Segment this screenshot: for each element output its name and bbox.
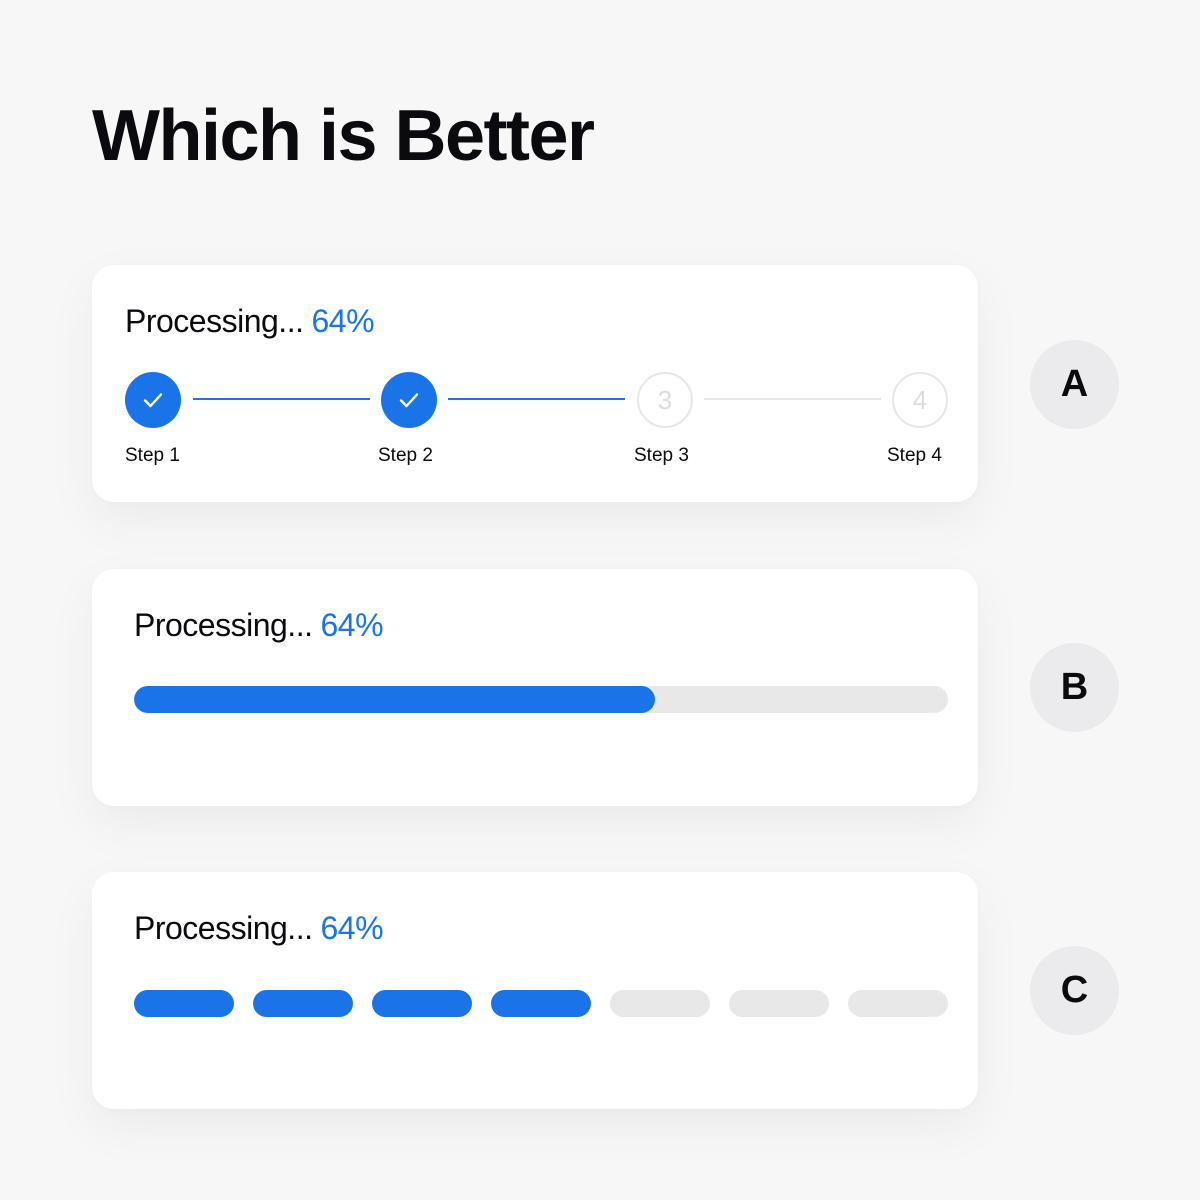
progress-percent: 64% [320,910,384,946]
progress-segment [729,990,829,1017]
progress-heading: Processing... 64% [134,605,384,645]
progress-status-text: Processing... [134,910,313,946]
check-icon [399,393,419,408]
step-1-label: Step 1 [125,445,180,466]
progress-track [134,686,948,713]
progress-segment [848,990,948,1017]
option-a-badge[interactable]: A [1030,340,1119,429]
progress-percent: 64% [311,303,375,339]
option-b-badge[interactable]: B [1030,643,1119,732]
step-4-label: Step 4 [887,445,942,466]
progress-heading: Processing... 64% [125,301,375,341]
progress-segment [610,990,710,1017]
step-2-label: Step 2 [378,445,433,466]
progress-segment [372,990,472,1017]
option-c-card: Processing... 64% [92,872,978,1109]
progress-status-text: Processing... [125,303,304,339]
progress-segment [253,990,353,1017]
progress-segment [491,990,591,1017]
progress-percent: 64% [320,607,384,643]
step-4-indicator: 4 [892,372,948,428]
progress-status-text: Processing... [134,607,313,643]
progress-heading: Processing... 64% [134,908,384,948]
page-title: Which is Better [92,96,595,176]
step-connector-3 [704,398,881,400]
step-connector-2 [448,398,625,400]
segmented-progress [134,990,948,1017]
step-connector-1 [193,398,370,400]
option-c-badge[interactable]: C [1030,946,1119,1035]
step-3-label: Step 3 [634,445,689,466]
progress-segment [134,990,234,1017]
option-a-card: Processing... 64% 3 4 Step 1 Step 2 Step … [92,265,978,502]
step-3-indicator: 3 [637,372,693,428]
check-icon [143,393,163,408]
option-b-card: Processing... 64% [92,569,978,806]
progress-fill [134,686,655,713]
step-1-indicator [125,372,181,428]
step-2-indicator [381,372,437,428]
